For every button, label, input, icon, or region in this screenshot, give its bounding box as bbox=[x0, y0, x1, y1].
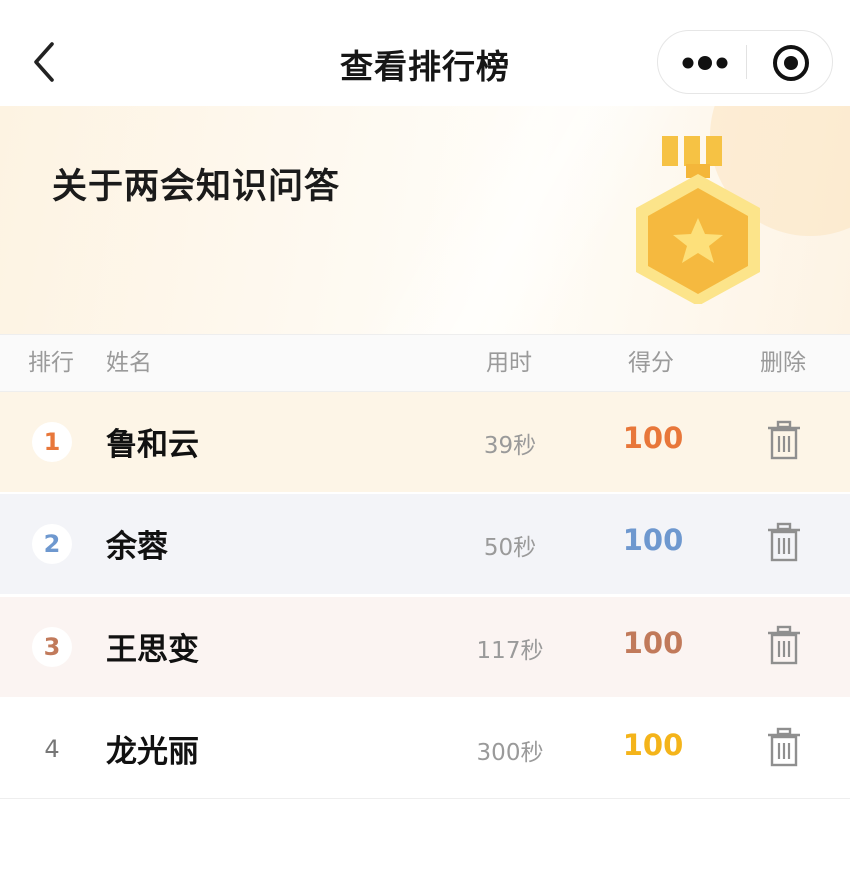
participant-name: 鲁和云 bbox=[106, 427, 199, 463]
participant-name: 余蓉 bbox=[106, 529, 168, 565]
score-value: 100 bbox=[622, 421, 684, 455]
column-delete: 删除 bbox=[760, 350, 806, 376]
time-used: 300秒 bbox=[476, 740, 544, 766]
column-rank: 排行 bbox=[28, 350, 74, 376]
score-value: 100 bbox=[622, 728, 684, 762]
column-time: 用时 bbox=[486, 350, 532, 376]
trash-icon bbox=[768, 522, 800, 562]
trash-icon bbox=[768, 420, 800, 460]
rank-badge: 3 bbox=[32, 627, 72, 667]
table-row: 4 龙光丽 300秒 100 bbox=[0, 699, 850, 799]
more-dots-icon bbox=[682, 56, 728, 70]
top-nav-bar: 查看排行榜 bbox=[0, 0, 850, 106]
trash-icon bbox=[768, 625, 800, 665]
delete-button[interactable] bbox=[762, 520, 806, 566]
table-row: 1 鲁和云 39秒 100 bbox=[0, 392, 850, 492]
mini-program-capsule bbox=[657, 30, 833, 94]
table-header: 排行 姓名 用时 得分 删除 bbox=[0, 334, 850, 392]
more-button[interactable] bbox=[658, 31, 746, 93]
table-row: 2 余蓉 50秒 100 bbox=[0, 494, 850, 594]
medal-star-icon bbox=[636, 136, 760, 304]
participant-name: 王思变 bbox=[106, 632, 199, 668]
target-close-icon bbox=[773, 45, 809, 81]
time-used: 50秒 bbox=[483, 535, 537, 561]
column-score: 得分 bbox=[628, 350, 674, 376]
quiz-banner: 关于两会知识问答 bbox=[0, 106, 850, 334]
delete-button[interactable] bbox=[762, 725, 806, 771]
trash-icon bbox=[768, 727, 800, 767]
close-button[interactable] bbox=[747, 31, 833, 93]
delete-button[interactable] bbox=[762, 418, 806, 464]
quiz-title: 关于两会知识问答 bbox=[52, 167, 341, 207]
table-row: 3 王思变 117秒 100 bbox=[0, 597, 850, 697]
score-value: 100 bbox=[622, 626, 684, 660]
column-name: 姓名 bbox=[106, 350, 152, 376]
rank-badge: 1 bbox=[32, 422, 72, 462]
time-used: 39秒 bbox=[483, 433, 537, 459]
participant-name: 龙光丽 bbox=[106, 734, 199, 770]
time-used: 117秒 bbox=[476, 638, 544, 664]
score-value: 100 bbox=[622, 523, 684, 557]
delete-button[interactable] bbox=[762, 623, 806, 669]
rank-badge: 2 bbox=[32, 524, 72, 564]
rank-number: 4 bbox=[44, 735, 60, 763]
